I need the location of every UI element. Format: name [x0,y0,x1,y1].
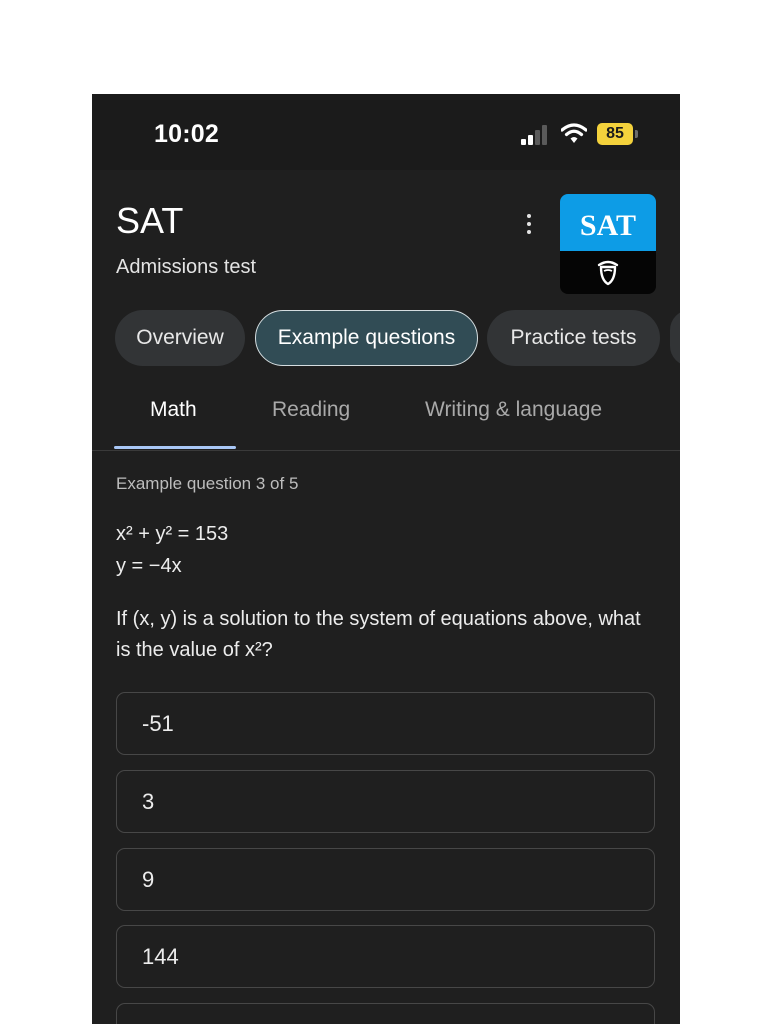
answer-option[interactable]: 3 [116,770,655,833]
battery-tip [635,130,638,138]
wifi-icon [561,123,587,143]
active-tab-indicator [114,446,236,449]
signal-icon [521,125,551,145]
status-time: 10:02 [154,120,219,148]
battery-indicator: 85 [597,123,633,145]
chip-more[interactable] [670,310,680,366]
status-bar: 10:02 85 [92,94,680,170]
answer-option[interactable]: 9 [116,848,655,911]
question-counter: Example question 3 of 5 [116,474,299,493]
tab-math[interactable]: Math [150,398,197,422]
more-vert-icon [527,214,531,218]
logo-dark-band [560,251,656,294]
chip-example-questions[interactable]: Example questions [255,310,478,366]
chip-practice-tests[interactable]: Practice tests [487,310,660,366]
page-title: SAT [116,200,184,241]
chip-overview[interactable]: Overview [115,310,245,366]
answer-option[interactable] [116,1003,655,1024]
acorn-icon [597,260,619,286]
tab-reading[interactable]: Reading [272,398,350,422]
question-prompt: If (x, y) is a solution to the system of… [116,608,641,661]
tabs-divider [92,450,680,451]
sat-logo-text: SAT [560,194,656,251]
app-screen: 10:02 85 SAT Admissions test SAT Overvie… [92,94,680,1024]
more-options-button[interactable] [516,208,542,240]
equation-line: y = −4x [116,555,182,577]
sat-logo: SAT [560,194,656,294]
equation-line: x² + y² = 153 [116,523,229,545]
answer-option[interactable]: -51 [116,692,655,755]
page-subtitle: Admissions test [116,256,257,278]
answer-option[interactable]: 144 [116,925,655,988]
tab-writing-language[interactable]: Writing & language [425,398,602,422]
